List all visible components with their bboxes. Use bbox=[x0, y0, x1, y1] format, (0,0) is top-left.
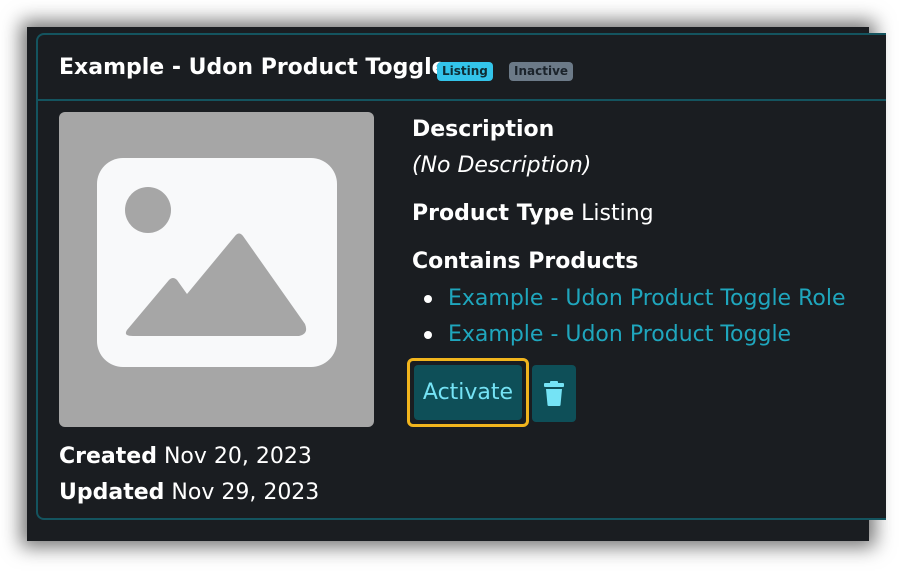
updated-value: Nov 29, 2023 bbox=[171, 480, 320, 505]
contained-products-list: Example - Udon Product Toggle Role Examp… bbox=[412, 281, 846, 353]
created-value: Nov 20, 2023 bbox=[163, 444, 312, 469]
product-type-label: Product Type bbox=[412, 201, 575, 226]
description-value: (No Description) bbox=[412, 153, 592, 178]
product-type-value: Listing bbox=[581, 201, 654, 226]
card-title: Example - Udon Product Toggle bbox=[59, 55, 447, 80]
activate-button[interactable]: Activate bbox=[414, 365, 522, 420]
description-heading: Description bbox=[412, 117, 555, 142]
list-item: Example - Udon Product Toggle bbox=[412, 317, 846, 353]
product-type: Product Type Listing bbox=[412, 201, 654, 226]
delete-button[interactable] bbox=[532, 365, 576, 422]
updated-date: Updated Nov 29, 2023 bbox=[59, 480, 319, 505]
updated-label: Updated bbox=[59, 480, 165, 505]
card-header: Example - Udon Product Toggle Listing In… bbox=[38, 35, 886, 101]
bullet-icon bbox=[424, 331, 432, 339]
product-thumbnail bbox=[59, 112, 374, 427]
created-label: Created bbox=[59, 444, 157, 469]
list-item: Example - Udon Product Toggle Role bbox=[412, 281, 846, 317]
listing-badge: Listing bbox=[437, 62, 493, 81]
product-link[interactable]: Example - Udon Product Toggle Role bbox=[448, 286, 846, 311]
created-date: Created Nov 20, 2023 bbox=[59, 444, 312, 469]
product-link[interactable]: Example - Udon Product Toggle bbox=[448, 322, 791, 347]
image-placeholder-icon bbox=[97, 158, 337, 367]
product-card: Example - Udon Product Toggle Listing In… bbox=[36, 33, 886, 520]
contains-products-heading: Contains Products bbox=[412, 249, 639, 274]
activate-focus-ring: Activate bbox=[407, 358, 529, 427]
bullet-icon bbox=[424, 295, 432, 303]
trash-icon bbox=[544, 381, 564, 406]
status-badge: Inactive bbox=[509, 62, 574, 81]
